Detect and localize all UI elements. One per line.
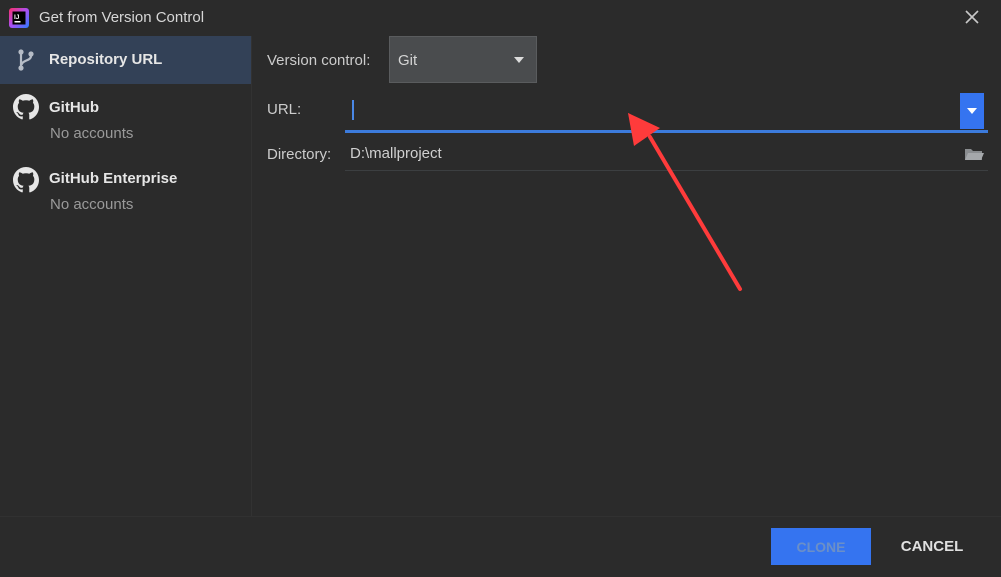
sidebar-item-github-enterprise[interactable]: GitHub Enterprise No accounts <box>0 154 251 226</box>
chevron-down-icon <box>514 57 524 63</box>
version-control-dropdown[interactable]: Git <box>389 36 537 83</box>
clone-button[interactable]: CLONE <box>771 528 871 565</box>
vcs-branch-icon <box>18 49 34 71</box>
sidebar: Repository URL GitHub No accounts GitHub… <box>0 36 252 516</box>
directory-value: D:\mallproject <box>350 145 442 162</box>
sidebar-item-label: GitHub Enterprise <box>49 170 178 187</box>
svg-text:IJ: IJ <box>14 14 20 21</box>
intellij-idea-icon: IJ <box>9 8 29 28</box>
main-panel: Version control: Git URL: Directory: D:\… <box>252 36 1001 516</box>
url-history-dropdown-button[interactable] <box>960 93 984 129</box>
url-field[interactable] <box>345 93 988 133</box>
text-caret <box>352 100 354 120</box>
sidebar-item-repository-url[interactable]: Repository URL <box>0 36 251 84</box>
get-from-vcs-dialog: IJ Get from Version Control Repository U… <box>0 0 1001 577</box>
url-focus-underline <box>345 130 988 133</box>
github-icon <box>13 167 39 193</box>
folder-icon[interactable] <box>964 146 984 162</box>
dialog-footer: CLONE CANCEL <box>0 516 1001 577</box>
directory-label: Directory: <box>267 146 332 163</box>
sidebar-item-label: Repository URL <box>49 51 163 68</box>
sidebar-item-label: GitHub <box>49 99 99 116</box>
close-icon[interactable] <box>963 8 981 26</box>
sidebar-item-subtitle: No accounts <box>50 196 134 213</box>
title-bar: IJ Get from Version Control <box>0 0 1001 36</box>
version-control-value: Git <box>398 52 418 69</box>
github-icon <box>13 94 39 120</box>
cancel-button[interactable]: CANCEL <box>885 528 979 565</box>
chevron-down-icon <box>967 108 977 114</box>
url-label: URL: <box>267 101 302 118</box>
sidebar-item-github[interactable]: GitHub No accounts <box>0 84 251 154</box>
directory-field[interactable]: D:\mallproject <box>345 140 988 171</box>
url-input[interactable] <box>345 93 963 131</box>
sidebar-item-subtitle: No accounts <box>50 125 134 142</box>
version-control-label: Version control: <box>267 52 371 69</box>
dialog-title: Get from Version Control <box>39 9 205 26</box>
